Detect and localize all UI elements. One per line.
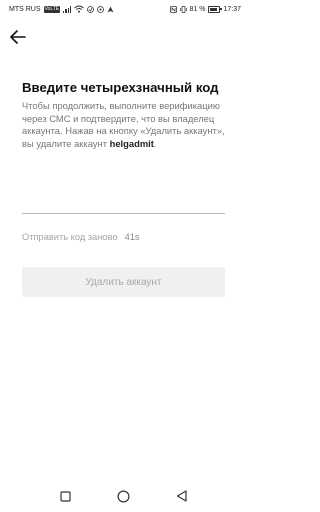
- system-back-button[interactable]: [174, 488, 190, 504]
- arrow-left-icon: [10, 30, 26, 44]
- recents-button[interactable]: [58, 488, 74, 504]
- sync-icon: [87, 5, 95, 13]
- carrier-label: MTS RUS: [9, 5, 41, 13]
- back-button[interactable]: [8, 27, 28, 47]
- status-bar: MTS RUS VoLTE 81 % 17:37: [0, 0, 247, 18]
- home-button[interactable]: [116, 488, 132, 504]
- system-nav-bar: [0, 480, 247, 512]
- volte-badge: VoLTE: [43, 5, 61, 13]
- signal-icon: [63, 5, 72, 13]
- resend-timer: 41s: [124, 232, 140, 242]
- status-right: 81 % 17:37: [169, 5, 241, 13]
- clock: 17:37: [223, 5, 241, 13]
- wifi-icon: [74, 5, 85, 13]
- battery-percent: 81 %: [189, 5, 206, 13]
- code-input[interactable]: [22, 192, 225, 214]
- status-left: MTS RUS VoLTE: [9, 5, 114, 13]
- target-icon: [97, 5, 105, 13]
- resend-code-link[interactable]: Отправить код заново: [22, 232, 118, 242]
- battery-icon: [208, 5, 222, 13]
- back-triangle-icon: [176, 490, 187, 502]
- account-name: helgadmit: [109, 137, 154, 149]
- nfc-icon: [169, 5, 177, 13]
- home-circle-icon: [117, 489, 130, 503]
- recents-square-icon: [60, 490, 71, 502]
- delete-account-button[interactable]: Удалить аккаунт: [22, 267, 225, 297]
- description-end: .: [153, 137, 157, 149]
- verification-description: Чтобы продолжить, выполните верификацию …: [22, 100, 237, 150]
- vibrate-icon: [179, 5, 187, 13]
- resend-row: Отправить код заново 41s: [22, 232, 225, 242]
- page-title: Введите четырехзначный код: [22, 80, 219, 95]
- compass-icon: [107, 6, 114, 12]
